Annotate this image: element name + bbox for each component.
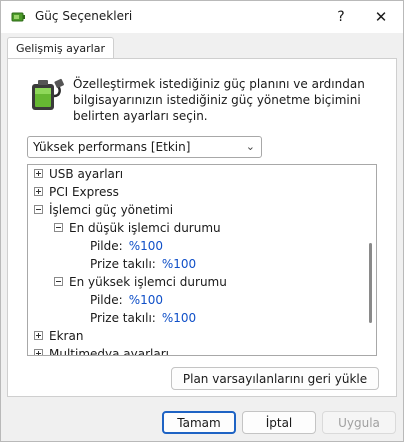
max-battery-value[interactable]: %100: [129, 293, 163, 307]
battery-plug-icon: [11, 12, 25, 22]
ok-button[interactable]: Tamam: [162, 411, 236, 434]
close-button[interactable]: ✕: [359, 1, 403, 33]
window-title: Güç Seçenekleri: [35, 9, 133, 23]
title-bar[interactable]: Güç Seçenekleri ? ✕: [1, 1, 403, 33]
power-plan-select[interactable]: Yüksek performans [Etkin] ⌄: [27, 136, 262, 158]
close-icon: ✕: [374, 8, 388, 26]
tree-item-max-battery[interactable]: Pilde: %100: [90, 291, 163, 309]
expand-plus-icon[interactable]: [34, 169, 43, 178]
min-plugged-value[interactable]: %100: [162, 257, 196, 271]
tree-item-display[interactable]: Ekran: [34, 327, 83, 345]
expand-plus-icon[interactable]: [34, 187, 43, 196]
chevron-down-icon: ⌄: [245, 140, 255, 153]
battery-plug-icon: [32, 78, 64, 110]
expand-plus-icon[interactable]: [34, 349, 43, 355]
tree-item-multimedia[interactable]: Multimedya ayarları: [34, 345, 169, 355]
tree-item-max-plugged[interactable]: Prize takılı: %100: [90, 309, 196, 327]
tree-item-pci-express[interactable]: PCI Express: [34, 183, 119, 201]
tab-advanced-settings[interactable]: Gelişmiş ayarlar: [7, 37, 114, 59]
tree-item-usb[interactable]: USB ayarları: [34, 165, 123, 183]
power-plan-select-value: Yüksek performans [Etkin]: [33, 140, 191, 154]
help-button[interactable]: ?: [319, 1, 363, 33]
tree-item-min-plugged[interactable]: Prize takılı: %100: [90, 255, 196, 273]
collapse-minus-icon[interactable]: [54, 277, 63, 286]
description-text: Özelleştirmek istediğiniz güç planını ve…: [73, 77, 365, 123]
cancel-button[interactable]: İptal: [242, 411, 316, 434]
help-icon: ?: [337, 9, 345, 25]
collapse-minus-icon[interactable]: [54, 223, 63, 232]
max-plugged-value[interactable]: %100: [162, 311, 196, 325]
tree-item-min-cpu-state[interactable]: En düşük işlemci durumu: [54, 219, 221, 237]
min-battery-value[interactable]: %100: [129, 239, 163, 253]
settings-tree[interactable]: USB ayarları PCI Express İşlemci güç yön…: [27, 164, 377, 356]
collapse-minus-icon[interactable]: [34, 205, 43, 214]
restore-defaults-button[interactable]: Plan varsayılanlarını geri yükle: [171, 367, 379, 390]
apply-button[interactable]: Uygula: [322, 411, 396, 434]
tree-scrollbar-thumb[interactable]: [369, 243, 372, 323]
tree-item-cpu-power[interactable]: İşlemci güç yönetimi: [34, 201, 173, 219]
tree-item-min-battery[interactable]: Pilde: %100: [90, 237, 163, 255]
tree-item-max-cpu-state[interactable]: En yüksek işlemci durumu: [54, 273, 227, 291]
power-options-window: Güç Seçenekleri ? ✕ Gelişmiş ayarlar Öze…: [0, 0, 404, 442]
expand-plus-icon[interactable]: [34, 331, 43, 340]
